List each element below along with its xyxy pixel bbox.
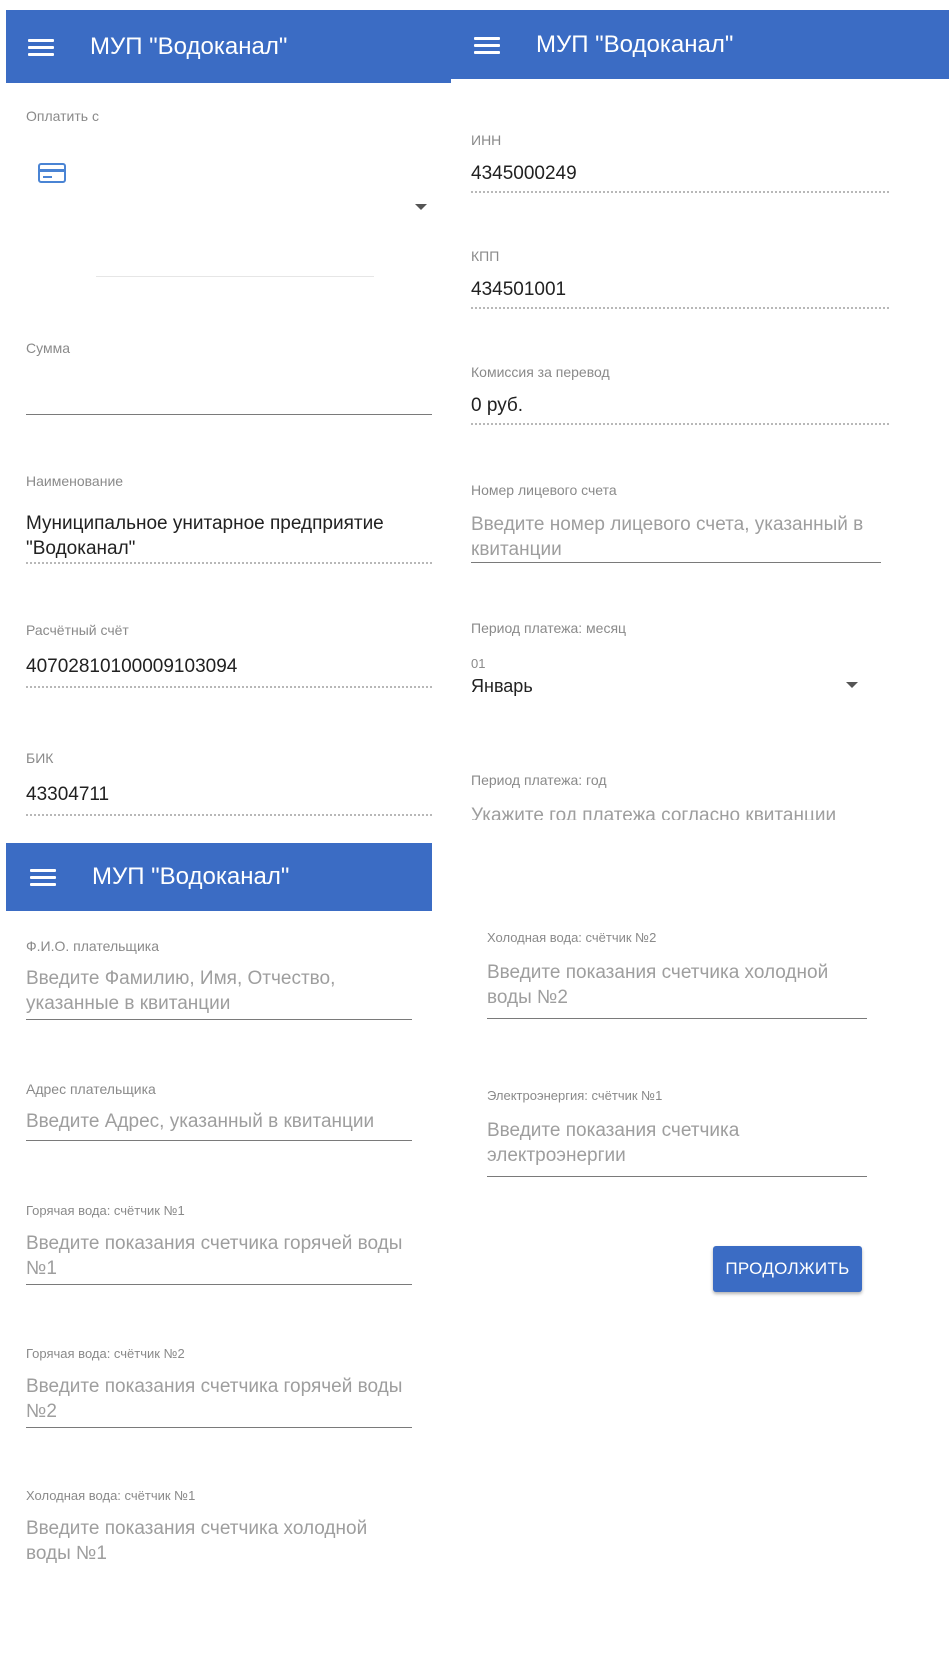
- account-underline: [26, 686, 432, 688]
- panel-payer-details: МУП "Водоканал" Ф.И.О. плательщика Введи…: [6, 843, 432, 1670]
- menu-icon[interactable]: [474, 35, 500, 55]
- account-label: Расчётный счёт: [26, 622, 129, 638]
- electricity-underline: [487, 1176, 867, 1177]
- account-field: Расчётный счёт 40702810100009103094: [26, 622, 432, 692]
- app-title: МУП "Водоканал": [92, 863, 290, 890]
- app-title: МУП "Водоканал": [536, 30, 734, 58]
- fee-underline: [471, 423, 889, 425]
- dropdown-arrow-icon[interactable]: [846, 682, 858, 688]
- amount-label: Сумма: [26, 340, 70, 356]
- account-value: 40702810100009103094: [26, 656, 238, 677]
- hot-water-2-input[interactable]: Введите показания счетчика горячей воды …: [26, 1374, 412, 1424]
- bik-label: БИК: [26, 750, 54, 766]
- account-number-field[interactable]: Номер лицевого счета Введите номер лицев…: [471, 482, 949, 567]
- name-label: Наименование: [26, 473, 124, 489]
- app-bar: МУП "Водоканал": [451, 10, 949, 79]
- hot-water-2-field[interactable]: Горячая вода: счётчик №2 Введите показан…: [26, 1346, 412, 1431]
- bik-field: БИК 43304711: [26, 750, 432, 820]
- fio-input[interactable]: Введите Фамилию, Имя, Отчество, указанны…: [26, 966, 386, 1016]
- inn-label: ИНН: [471, 132, 502, 148]
- address-input[interactable]: Введите Адрес, указанный в квитанции: [26, 1109, 374, 1134]
- cold-water-2-input[interactable]: Введите показания счетчика холодной воды…: [487, 960, 857, 1010]
- bik-underline: [26, 814, 432, 816]
- pay-from-field[interactable]: Оплатить с: [26, 108, 436, 288]
- cold-water-2-label: Холодная вода: счётчик №2: [487, 930, 657, 945]
- inn-field: ИНН 4345000249: [471, 132, 949, 202]
- address-underline: [26, 1140, 412, 1141]
- fee-value: 0 руб.: [471, 395, 524, 416]
- dropdown-arrow-icon[interactable]: [415, 204, 427, 210]
- panel-payment-details: МУП "Водоканал" Оплатить с Сумма Наимено…: [6, 10, 451, 820]
- account-number-label: Номер лицевого счета: [471, 482, 617, 498]
- app-title: МУП "Водоканал": [90, 32, 288, 60]
- kpp-underline: [471, 307, 889, 309]
- electricity-input[interactable]: Введите показания счетчика электроэнерги…: [487, 1118, 847, 1168]
- electricity-field[interactable]: Электроэнергия: счётчик №1 Введите показ…: [487, 1088, 867, 1180]
- kpp-value: 434501001: [471, 279, 567, 300]
- cold-water-2-underline: [487, 1018, 867, 1019]
- inn-underline: [471, 191, 889, 193]
- hot-water-1-input[interactable]: Введите показания счетчика горячей воды …: [26, 1231, 412, 1281]
- hot-water-1-label: Горячая вода: счётчик №1: [26, 1203, 185, 1218]
- menu-icon[interactable]: [28, 37, 54, 57]
- month-label: Период платежа: месяц: [471, 620, 627, 636]
- hot-water-2-label: Горячая вода: счётчик №2: [26, 1346, 185, 1361]
- menu-icon[interactable]: [30, 867, 56, 887]
- name-field: Наименование Муниципальное унитарное пре…: [26, 473, 432, 568]
- month-value[interactable]: Январь: [471, 674, 533, 699]
- name-underline: [26, 562, 432, 564]
- fio-underline: [26, 1019, 412, 1020]
- panel-bank-details: МУП "Водоканал" ИНН 4345000249 КПП 43450…: [451, 10, 949, 820]
- kpp-field: КПП 434501001: [471, 248, 949, 318]
- kpp-label: КПП: [471, 248, 500, 264]
- fee-field: Комиссия за перевод 0 руб.: [471, 364, 949, 434]
- panel-meter-readings: Холодная вода: счётчик №2 Введите показа…: [460, 843, 949, 1670]
- account-number-input[interactable]: Введите номер лицевого счета, указанный …: [471, 512, 883, 562]
- year-field[interactable]: Период платежа: год Укажите год платежа …: [471, 772, 949, 820]
- amount-underline: [26, 414, 432, 415]
- inn-value: 4345000249: [471, 163, 577, 184]
- address-field[interactable]: Адрес плательщика Введите Адрес, указанн…: [26, 1081, 412, 1146]
- app-bar: МУП "Водоканал": [6, 843, 432, 911]
- name-value: Муниципальное унитарное предприятие "Вод…: [26, 513, 384, 559]
- month-code: 01: [471, 656, 486, 671]
- year-input[interactable]: Укажите год платежа согласно квитанции: [471, 803, 836, 820]
- month-field[interactable]: Период платежа: месяц 01 Январь: [471, 620, 949, 710]
- amount-field[interactable]: Сумма: [26, 340, 432, 416]
- account-number-underline: [471, 562, 881, 563]
- electricity-label: Электроэнергия: счётчик №1: [487, 1088, 663, 1103]
- pay-from-label: Оплатить с: [26, 108, 99, 124]
- fee-label: Комиссия за перевод: [471, 364, 610, 380]
- pay-from-underline: [96, 276, 374, 277]
- hot-water-1-field[interactable]: Горячая вода: счётчик №1 Введите показан…: [26, 1203, 412, 1288]
- fio-field[interactable]: Ф.И.О. плательщика Введите Фамилию, Имя,…: [26, 938, 412, 1023]
- cold-water-1-field[interactable]: Холодная вода: счётчик №1 Введите показа…: [26, 1488, 412, 1573]
- bik-value: 43304711: [26, 784, 110, 805]
- address-label: Адрес плательщика: [26, 1081, 156, 1097]
- hot-water-2-underline: [26, 1427, 412, 1428]
- cold-water-2-field[interactable]: Холодная вода: счётчик №2 Введите показа…: [487, 930, 867, 1022]
- app-bar: МУП "Водоканал": [6, 10, 451, 83]
- cold-water-1-input[interactable]: Введите показания счетчика холодной воды…: [26, 1516, 396, 1566]
- fio-label: Ф.И.О. плательщика: [26, 938, 159, 954]
- cold-water-1-label: Холодная вода: счётчик №1: [26, 1488, 196, 1503]
- continue-button[interactable]: ПРОДОЛЖИТЬ: [713, 1246, 862, 1292]
- hot-water-1-underline: [26, 1284, 412, 1285]
- credit-card-icon: [38, 163, 66, 183]
- year-label: Период платежа: год: [471, 772, 607, 788]
